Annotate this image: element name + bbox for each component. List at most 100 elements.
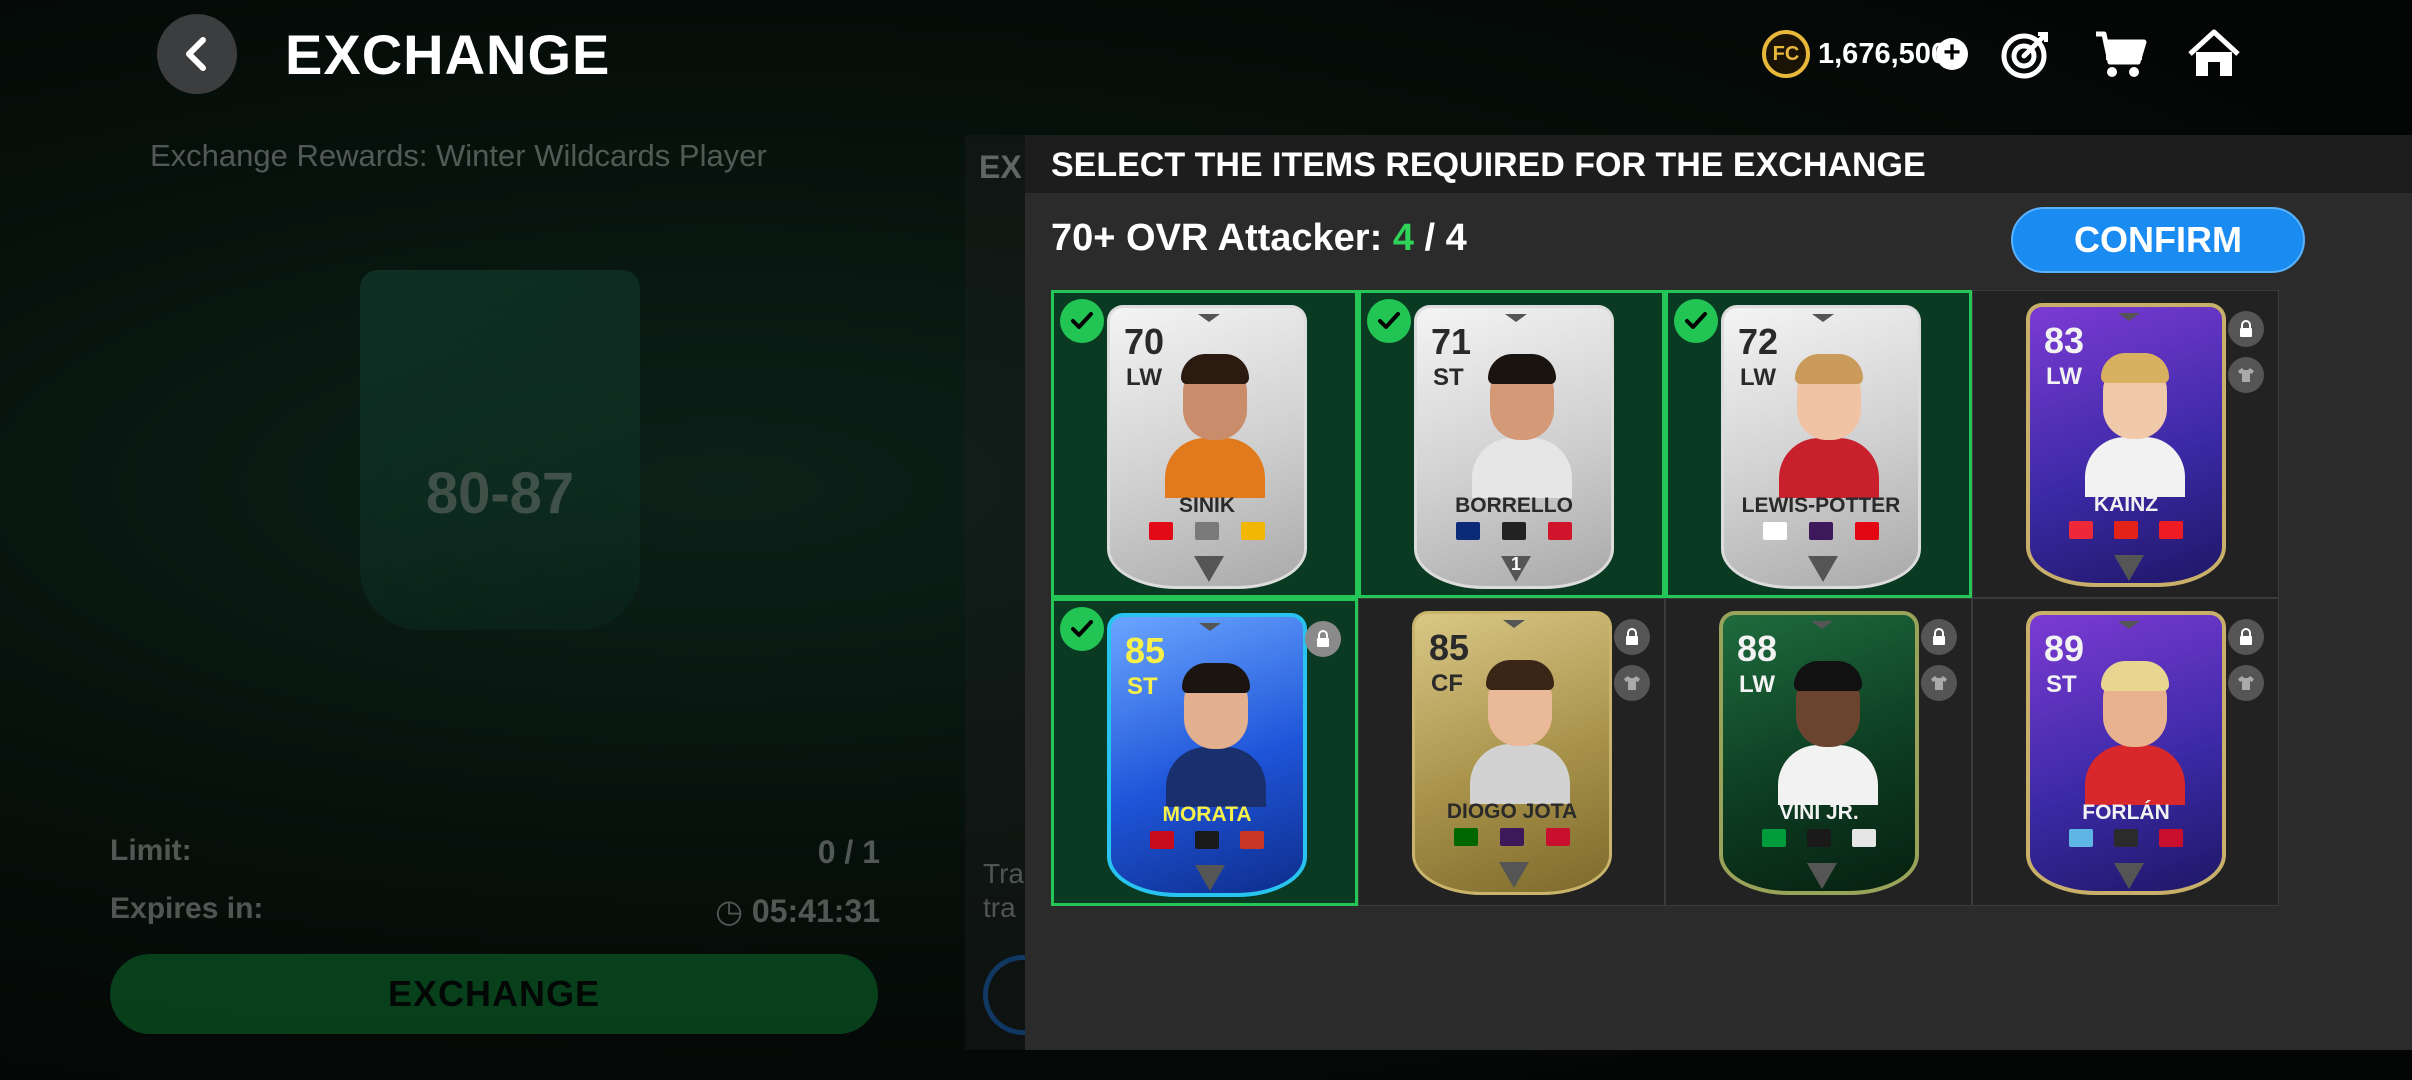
requirement-label: 70+ OVR Attacker:	[1051, 217, 1383, 259]
exchange-button: EXCHANGE	[110, 954, 878, 1034]
exchange-screen: Exchange Rewards: Winter Wildcards Playe…	[0, 0, 2412, 1080]
limit-value: 0 / 1	[817, 834, 880, 870]
rewards-label: Exchange Rewards: Winter Wildcards Playe…	[150, 138, 767, 173]
club-badge-icon	[1240, 831, 1265, 849]
reward-card-range: 80-87	[425, 461, 575, 526]
reward-card: 80-87	[360, 270, 640, 630]
player-slot[interactable]: 88 LW VINI JR.	[1665, 598, 1972, 906]
player-position: ST	[1433, 364, 1464, 391]
player-name: VINI JR.	[1779, 801, 1859, 824]
nation-flag-icon	[1761, 829, 1786, 847]
player-position: ST	[1127, 673, 1158, 700]
league-badge-icon	[1502, 522, 1526, 540]
modal-header: SELECT THE ITEMS REQUIRED FOR THE EXCHAN…	[1025, 135, 2412, 193]
confirm-button[interactable]: CONFIRM	[2011, 207, 2305, 273]
fc-logo-icon	[2118, 621, 2140, 629]
player-slot[interactable]: 72 LW LEWIS-POTTER	[1665, 290, 1972, 598]
requirement-counter: 70+ OVR Attacker: 4 / 4	[1051, 217, 1467, 260]
player-flags	[2030, 829, 2222, 847]
objectives-target-icon[interactable]	[1998, 26, 2054, 82]
player-rating: 71	[1431, 321, 1472, 362]
player-flags	[1417, 522, 1611, 540]
chemistry-badge-icon	[2114, 863, 2144, 889]
player-flags	[1723, 829, 1915, 847]
player-rating: 83	[2044, 320, 2085, 361]
player-portrait	[1472, 350, 1572, 498]
player-portrait	[1779, 350, 1879, 498]
nation-flag-icon	[2068, 521, 2093, 539]
player-grid: 70 LW SINIK 71 ST BORRELLO 1 72 LW LEWIS-POTTER 83…	[1051, 290, 2281, 906]
player-card: 85 CF DIOGO JOTA	[1412, 611, 1612, 895]
player-card: 88 LW VINI JR.	[1719, 611, 1919, 895]
background-detail-title: EX	[979, 149, 1022, 185]
lock-icon	[2228, 311, 2264, 347]
store-cart-icon[interactable]	[2092, 26, 2148, 82]
player-name: MORATA	[1162, 803, 1252, 826]
chemistry-badge-icon	[1194, 556, 1224, 582]
requirement-total: / 4	[1424, 217, 1467, 259]
shirt-icon	[2228, 357, 2264, 393]
league-badge-icon	[1500, 828, 1524, 846]
nation-flag-icon	[1763, 522, 1787, 540]
player-position: LW	[1740, 364, 1776, 391]
shirt-icon	[1921, 665, 1957, 701]
player-flags	[2030, 521, 2222, 539]
player-card: 71 ST BORRELLO 1	[1414, 305, 1614, 589]
club-badge-icon	[2159, 521, 2184, 539]
background-detail-text: Tra tra	[983, 858, 1024, 923]
player-name: BORRELLO	[1455, 494, 1573, 517]
player-slot[interactable]: 70 LW SINIK	[1051, 290, 1358, 598]
shirt-icon	[1614, 665, 1650, 701]
league-badge-icon	[1195, 522, 1219, 540]
chemistry-badge-icon	[1195, 865, 1225, 891]
checkmark-icon	[1060, 299, 1104, 343]
fc-logo-icon	[1812, 314, 1834, 322]
checkmark-icon	[1367, 299, 1411, 343]
fc-logo-icon	[1811, 621, 1833, 629]
player-slot[interactable]: 83 LW KAINZ	[1972, 290, 2279, 598]
home-icon[interactable]	[2186, 26, 2242, 82]
top-bar: EXCHANGE FC 1,676,500 +	[0, 0, 2412, 110]
fc-logo-icon	[1199, 623, 1221, 631]
player-portrait	[2085, 349, 2185, 497]
player-card: 72 LW LEWIS-POTTER	[1721, 305, 1921, 589]
nation-flag-icon	[2068, 829, 2093, 847]
player-name: LEWIS-POTTER	[1741, 494, 1901, 517]
player-portrait	[2085, 657, 2185, 805]
player-name: FORLÁN	[2082, 801, 2170, 824]
player-portrait	[1778, 657, 1878, 805]
club-badge-icon	[1855, 522, 1879, 540]
lock-icon	[2228, 619, 2264, 655]
club-badge-icon	[1548, 522, 1572, 540]
player-slot[interactable]: 71 ST BORRELLO 1	[1358, 290, 1665, 598]
league-badge-icon	[1809, 522, 1833, 540]
player-position: LW	[1126, 364, 1162, 391]
lock-icon	[1921, 619, 1957, 655]
player-card: 89 ST FORLÁN	[2026, 611, 2226, 895]
checkmark-icon	[1060, 607, 1104, 651]
back-button[interactable]	[157, 14, 237, 94]
player-position: CF	[1431, 670, 1463, 697]
club-badge-icon	[1241, 522, 1265, 540]
player-slot[interactable]: 85 CF DIOGO JOTA	[1358, 598, 1665, 906]
plus-icon[interactable]: +	[1936, 38, 1968, 70]
player-slot[interactable]: 85 ST MORATA	[1051, 598, 1358, 906]
player-slot[interactable]: 89 ST FORLÁN	[1972, 598, 2279, 906]
coins-icon: FC	[1762, 30, 1810, 78]
player-rating: 89	[2044, 628, 2085, 669]
expires-label: Expires in:	[110, 892, 264, 925]
player-name: DIOGO JOTA	[1446, 800, 1578, 823]
player-portrait	[1165, 350, 1265, 498]
page-title: EXCHANGE	[285, 23, 611, 86]
select-items-modal: SELECT THE ITEMS REQUIRED FOR THE EXCHAN…	[1025, 135, 2412, 1050]
club-badge-icon	[1852, 829, 1877, 847]
requirement-done: 4	[1392, 217, 1414, 259]
player-flags	[1110, 522, 1304, 540]
fc-logo-icon	[2118, 313, 2140, 321]
modal-title: SELECT THE ITEMS REQUIRED FOR THE EXCHAN…	[1051, 146, 1926, 184]
background-exchange-panel: Exchange Rewards: Winter Wildcards Playe…	[0, 110, 965, 1080]
player-rating: 72	[1738, 321, 1779, 362]
club-badge-icon	[2159, 829, 2184, 847]
player-rating: 88	[1737, 628, 1778, 669]
lock-icon	[1614, 619, 1650, 655]
